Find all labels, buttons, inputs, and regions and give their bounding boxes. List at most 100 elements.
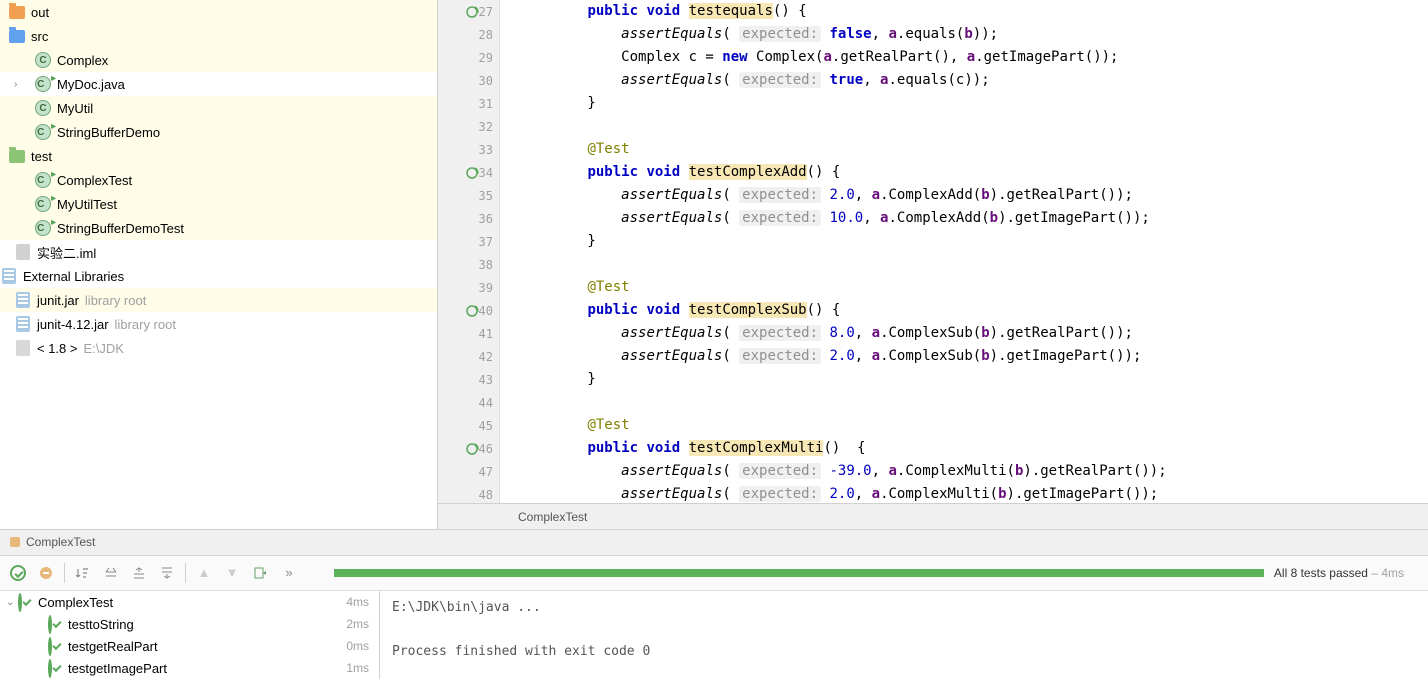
- tree-iml[interactable]: 实验二.iml: [0, 240, 437, 264]
- tree-class-stringbufferdemo[interactable]: C StringBufferDemo: [0, 120, 437, 144]
- code-line[interactable]: public void testComplexMulti() {: [520, 437, 1428, 460]
- code-line[interactable]: Complex c = new Complex(a.getRealPart(),…: [520, 46, 1428, 69]
- code-line[interactable]: assertEquals( expected: 10.0, a.ComplexA…: [520, 207, 1428, 230]
- breadcrumb[interactable]: ComplexTest: [438, 503, 1428, 529]
- line-gutter[interactable]: 2728293031323334353637383940414243444546…: [438, 0, 500, 503]
- library-icon: [14, 315, 32, 333]
- tree-class-stringbufferdemotest[interactable]: C StringBufferDemoTest: [0, 216, 437, 240]
- run-test-icon[interactable]: [465, 304, 479, 318]
- tree-class-myutiltest[interactable]: C MyUtilTest: [0, 192, 437, 216]
- run-test-icon[interactable]: [465, 5, 479, 19]
- collapse-button[interactable]: [153, 559, 181, 587]
- export-button[interactable]: [246, 559, 274, 587]
- gutter-line[interactable]: 42: [438, 345, 499, 368]
- show-passed-button[interactable]: [4, 559, 32, 587]
- class-icon: C: [34, 51, 52, 69]
- test-console-output[interactable]: E:\JDK\bin\java ... Process finished wit…: [380, 591, 1428, 679]
- code-line[interactable]: }: [520, 368, 1428, 391]
- gutter-line[interactable]: 40: [438, 299, 499, 322]
- expand-all-button[interactable]: [97, 559, 125, 587]
- code-line[interactable]: assertEquals( expected: true, a.equals(c…: [520, 69, 1428, 92]
- test-item[interactable]: testtoString2ms: [0, 613, 379, 635]
- test-item[interactable]: testgetRealPart0ms: [0, 635, 379, 657]
- code-line[interactable]: [520, 391, 1428, 414]
- tree-external-libraries[interactable]: External Libraries: [0, 264, 437, 288]
- prev-failed-button[interactable]: ▲: [190, 559, 218, 587]
- code-line[interactable]: assertEquals( expected: -39.0, a.Complex…: [520, 460, 1428, 483]
- gutter-line[interactable]: 45: [438, 414, 499, 437]
- test-tree-root[interactable]: ⌄ ComplexTest 4ms: [0, 591, 379, 613]
- class-icon: C: [34, 171, 52, 189]
- file-icon: [14, 243, 32, 261]
- run-test-icon[interactable]: [465, 166, 479, 180]
- gutter-line[interactable]: 30: [438, 69, 499, 92]
- code-line[interactable]: public void testComplexAdd() {: [520, 161, 1428, 184]
- gutter-line[interactable]: 46: [438, 437, 499, 460]
- code-line[interactable]: @Test: [520, 138, 1428, 161]
- tree-folder-src[interactable]: src: [0, 24, 437, 48]
- gutter-line[interactable]: 27: [438, 0, 499, 23]
- class-icon: C: [34, 99, 52, 117]
- test-item[interactable]: testgetImagePart1ms: [0, 657, 379, 679]
- gutter-line[interactable]: 33: [438, 138, 499, 161]
- gutter-line[interactable]: 32: [438, 115, 499, 138]
- code-line[interactable]: @Test: [520, 414, 1428, 437]
- tree-jdk[interactable]: < 1.8 > E:\JDK: [0, 336, 437, 360]
- gutter-line[interactable]: 41: [438, 322, 499, 345]
- gutter-line[interactable]: 36: [438, 207, 499, 230]
- test-tree[interactable]: ⌄ ComplexTest 4ms testtoString2mstestget…: [0, 591, 380, 679]
- gutter-line[interactable]: 29: [438, 46, 499, 69]
- library-icon: [14, 291, 32, 309]
- library-icon: [0, 267, 18, 285]
- test-run-tab[interactable]: ComplexTest: [0, 530, 1428, 556]
- run-test-icon[interactable]: [465, 442, 479, 456]
- tree-class-mydoc[interactable]: › C MyDoc.java: [0, 72, 437, 96]
- tree-lib-junit[interactable]: junit.jar library root: [0, 288, 437, 312]
- gutter-line[interactable]: 38: [438, 253, 499, 276]
- code-line[interactable]: assertEquals( expected: 2.0, a.ComplexMu…: [520, 483, 1428, 503]
- code-line[interactable]: }: [520, 92, 1428, 115]
- tree-lib-junit412[interactable]: junit-4.12.jar library root: [0, 312, 437, 336]
- collapse-all-button[interactable]: [125, 559, 153, 587]
- gutter-line[interactable]: 37: [438, 230, 499, 253]
- class-icon: C: [34, 75, 52, 93]
- code-line[interactable]: assertEquals( expected: false, a.equals(…: [520, 23, 1428, 46]
- tree-class-complextest[interactable]: C ComplexTest: [0, 168, 437, 192]
- code-line[interactable]: assertEquals( expected: 2.0, a.ComplexSu…: [520, 345, 1428, 368]
- gutter-line[interactable]: 28: [438, 23, 499, 46]
- gutter-line[interactable]: 47: [438, 460, 499, 483]
- toggle-button[interactable]: [32, 559, 60, 587]
- tree-folder-out[interactable]: out: [0, 0, 437, 24]
- gutter-line[interactable]: 34: [438, 161, 499, 184]
- project-tree[interactable]: out src C Complex › C MyDoc.java C MyUti…: [0, 0, 438, 529]
- pass-icon: [48, 661, 62, 675]
- next-failed-button[interactable]: ▼: [218, 559, 246, 587]
- tree-class-complex[interactable]: C Complex: [0, 48, 437, 72]
- gutter-line[interactable]: 39: [438, 276, 499, 299]
- sort-button[interactable]: [69, 559, 97, 587]
- gutter-line[interactable]: 44: [438, 391, 499, 414]
- gutter-line[interactable]: 48: [438, 483, 499, 503]
- tree-folder-test[interactable]: test: [0, 144, 437, 168]
- test-status-label: All 8 tests passed – 4ms: [1274, 566, 1424, 580]
- gutter-line[interactable]: 43: [438, 368, 499, 391]
- code-line[interactable]: public void testComplexSub() {: [520, 299, 1428, 322]
- gutter-line[interactable]: 31: [438, 92, 499, 115]
- code-line[interactable]: assertEquals( expected: 8.0, a.ComplexSu…: [520, 322, 1428, 345]
- code-editor[interactable]: public void testequals() { assertEquals(…: [500, 0, 1428, 503]
- code-line[interactable]: [520, 115, 1428, 138]
- folder-icon: [14, 339, 32, 357]
- code-line[interactable]: [520, 253, 1428, 276]
- code-line[interactable]: }: [520, 230, 1428, 253]
- class-icon: C: [34, 123, 52, 141]
- code-line[interactable]: public void testequals() {: [520, 0, 1428, 23]
- tree-class-myutil[interactable]: C MyUtil: [0, 96, 437, 120]
- gutter-line[interactable]: 35: [438, 184, 499, 207]
- console-line: E:\JDK\bin\java ...: [392, 597, 1416, 619]
- code-line[interactable]: @Test: [520, 276, 1428, 299]
- more-button[interactable]: »: [274, 565, 304, 580]
- class-icon: C: [34, 219, 52, 237]
- console-line: [392, 619, 1416, 641]
- folder-icon: [8, 3, 26, 21]
- code-line[interactable]: assertEquals( expected: 2.0, a.ComplexAd…: [520, 184, 1428, 207]
